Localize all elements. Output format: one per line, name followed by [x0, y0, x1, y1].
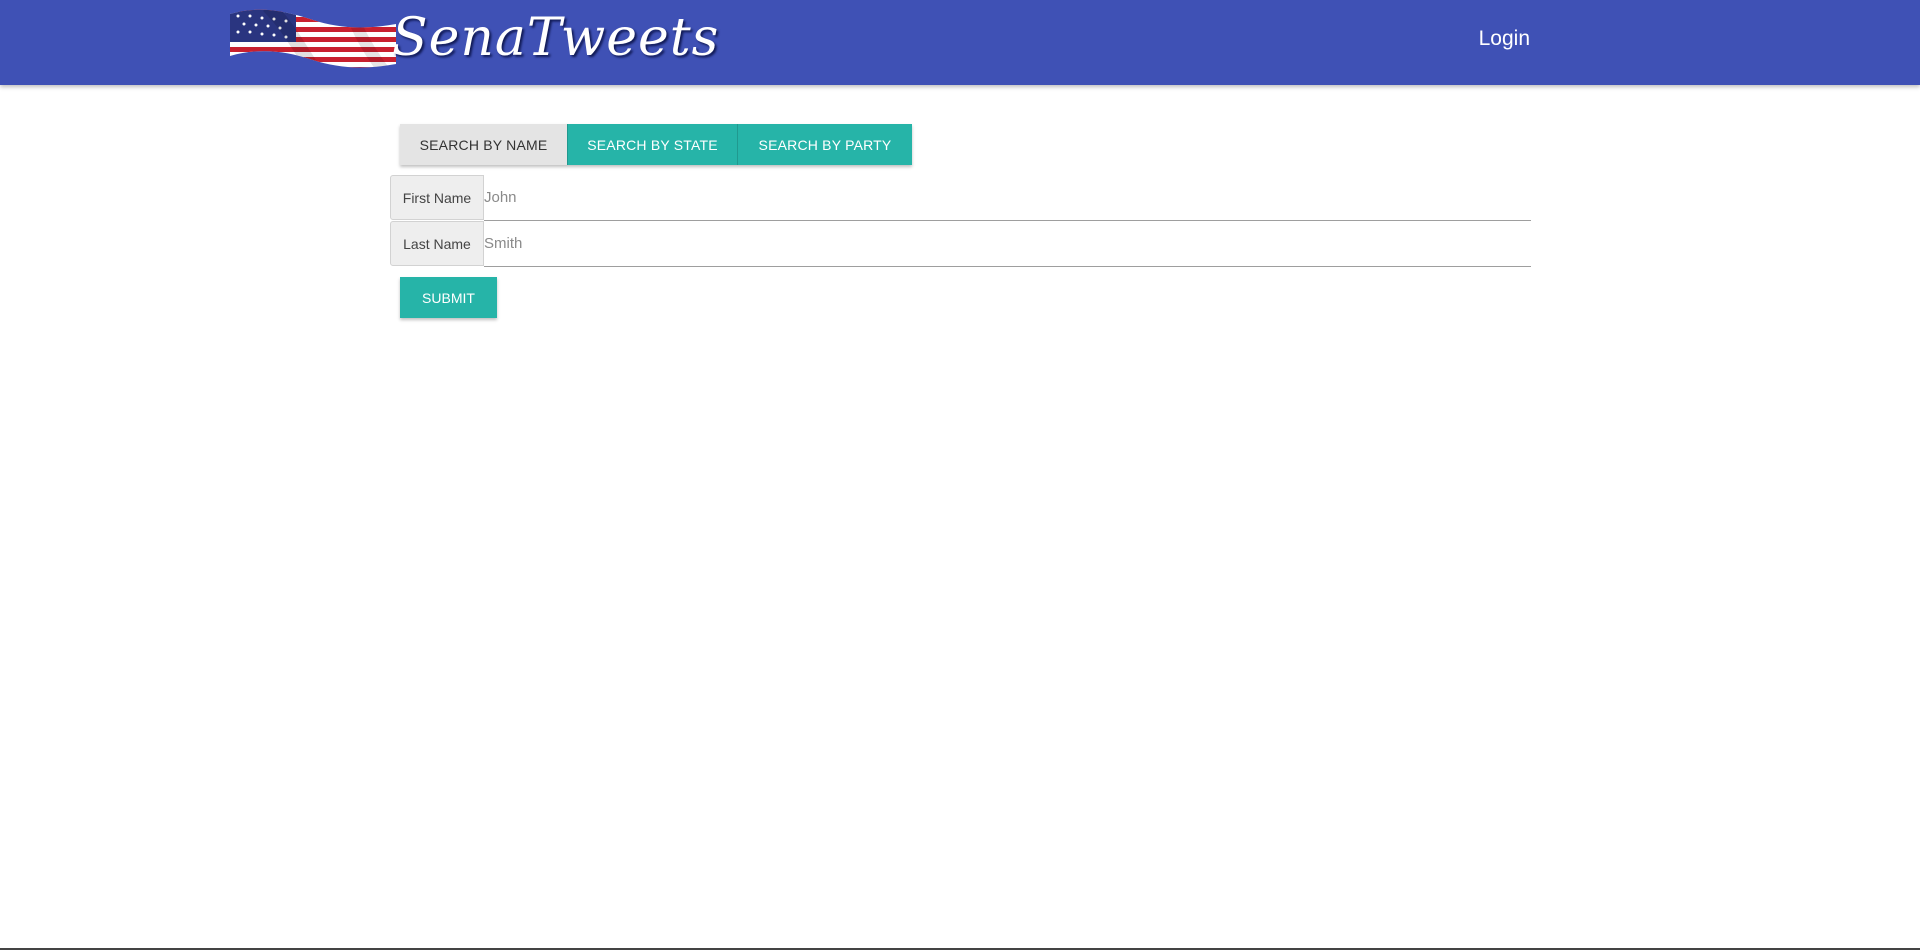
first-name-input[interactable]	[484, 175, 1531, 221]
last-name-label: Last Name	[390, 221, 484, 266]
tab-search-by-party[interactable]: SEARCH BY PARTY	[737, 124, 912, 165]
login-link[interactable]: Login	[1479, 27, 1530, 51]
tab-search-by-state[interactable]: SEARCH BY STATE	[567, 124, 737, 165]
brand-name: SenaTweets	[392, 8, 720, 68]
search-tabs: SEARCH BY NAME SEARCH BY STATE SEARCH BY…	[400, 124, 912, 165]
last-name-row: Last Name	[390, 221, 1531, 267]
american-flag-icon	[230, 9, 396, 68]
first-name-label: First Name	[390, 175, 484, 220]
first-name-row: First Name	[390, 175, 1531, 221]
brand-logo[interactable]: SenaTweets	[228, 6, 718, 78]
tab-search-by-name[interactable]: SEARCH BY NAME	[400, 124, 567, 165]
submit-button[interactable]: SUBMIT	[400, 277, 497, 318]
last-name-input[interactable]	[484, 221, 1531, 267]
top-navbar: SenaTweets Login	[0, 0, 1920, 85]
